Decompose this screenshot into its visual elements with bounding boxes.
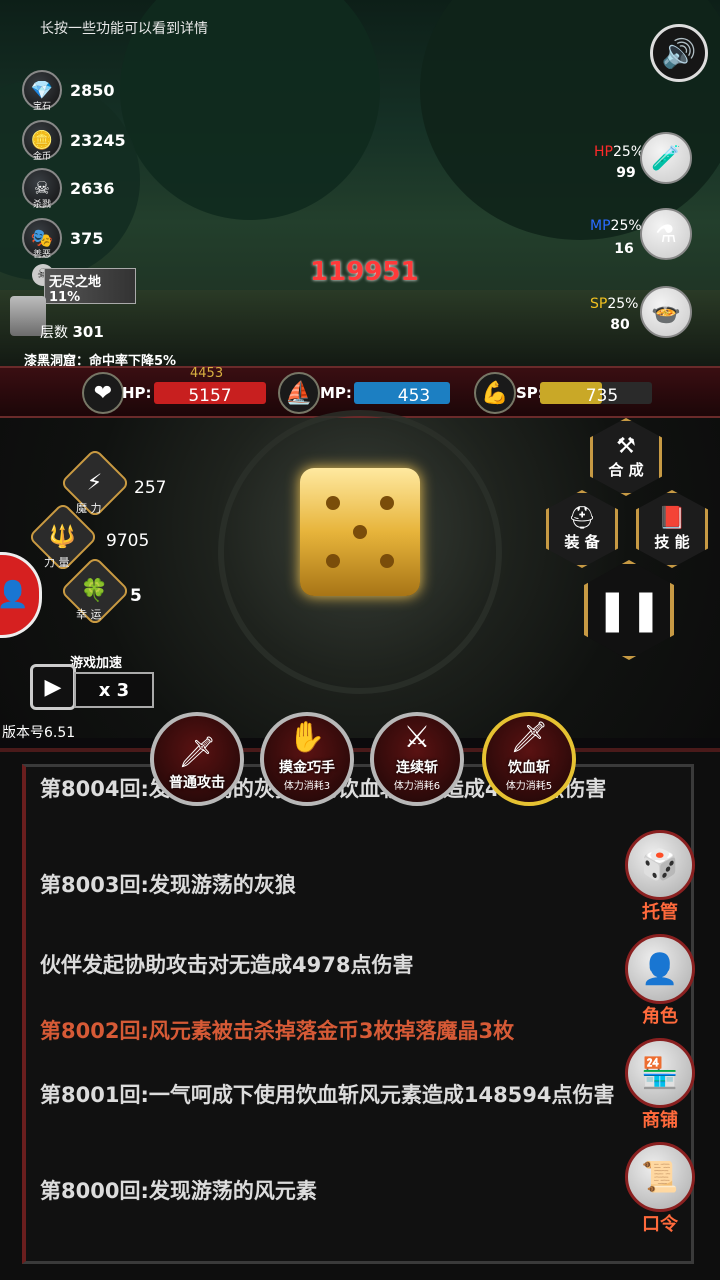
mp-potion-count: 16	[614, 241, 634, 257]
damage-popup: 119951	[310, 257, 419, 287]
shop-button[interactable]: 🏪 商铺	[624, 1038, 696, 1132]
mp-potion-button[interactable]: ⚗	[640, 208, 692, 260]
sword-icon: 🗡	[177, 735, 217, 770]
potion-icon: 🧪	[651, 144, 681, 172]
sound-button[interactable]: 🔊	[650, 24, 708, 82]
skill-blood-slash[interactable]: 🗡 饮血斩 体力消耗5	[482, 712, 576, 806]
speed-label: 游戏加速	[70, 656, 123, 671]
log-line: 第8002回:风元素被击杀掉落金币3枚掉落魔晶3枚	[40, 1019, 515, 1043]
sp-potion-count: 80	[610, 317, 630, 333]
gem-resource[interactable]: 💎 宝石 2850	[22, 70, 115, 112]
speaker-icon: 🔊	[661, 36, 697, 70]
helmet-icon: ⛑	[568, 506, 596, 531]
endless-land-label[interactable]: 无尽之地11%	[44, 268, 136, 305]
scroll-icon: 📜	[625, 1142, 695, 1212]
mp-icon: ⛵	[278, 372, 320, 414]
karma-count: 375	[70, 228, 104, 248]
mask-icon: 🎭 善恶	[22, 218, 62, 260]
character-button[interactable]: 👤 角色	[624, 934, 696, 1028]
play-icon: ▶	[44, 674, 62, 700]
coin-count: 23245	[70, 130, 126, 150]
gem-count: 2850	[70, 80, 115, 100]
heart-icon: ❤	[82, 372, 124, 414]
lightning-icon: ⚡	[87, 470, 103, 496]
skill-combo-slash[interactable]: ⚔ 连续斩 体力消耗6	[370, 712, 464, 806]
hood-icon: 👤	[625, 934, 695, 1004]
karma-resource[interactable]: 🎭 善恶 375	[22, 218, 104, 260]
clover-icon: 🍀	[81, 578, 109, 604]
mp-potion-label: MP25%	[590, 218, 642, 234]
luck-label: 幸 运	[76, 608, 102, 621]
magic-value: 257	[134, 478, 167, 498]
anvil-icon: ⚒	[616, 434, 636, 459]
skill-gold-hand[interactable]: ✋ 摸金巧手 体力消耗3	[260, 712, 354, 806]
food-icon: 🍲	[651, 298, 681, 326]
trident-icon: 🔱	[49, 524, 77, 550]
hp-value: 5157	[188, 386, 232, 406]
strength-icon: 💪	[474, 372, 516, 414]
log-line: 伙伴发起协助攻击对无造成4978点伤害	[40, 953, 414, 977]
hp-potion-button[interactable]: 🧪	[640, 132, 692, 184]
power-value: 9705	[106, 531, 150, 551]
skull-icon: ☠ 杀戮	[22, 168, 62, 210]
speed-multiplier[interactable]: x 3	[74, 672, 154, 708]
power-label: 力 量	[44, 556, 70, 569]
hp-potion-label: HP25%	[594, 144, 645, 160]
kill-resource[interactable]: ☠ 杀戮 2636	[22, 168, 115, 210]
version-text: 版本号6.51	[2, 725, 76, 741]
blood-sword-icon: 🗡	[509, 720, 549, 755]
shop-icon: 🏪	[625, 1038, 695, 1108]
crossed-swords-icon: ⚔	[403, 720, 431, 755]
coin-resource[interactable]: 🪙 金币 23245	[22, 120, 126, 162]
sp-value: 735	[585, 386, 619, 406]
log-line: 第8000回:发现游荡的风元素	[40, 1179, 317, 1203]
sp-potion-button[interactable]: 🍲	[640, 286, 692, 338]
floor-counter: 层数 301	[40, 323, 104, 341]
hp-potion-count: 99	[616, 165, 636, 181]
dice-button[interactable]	[300, 468, 420, 596]
skill-normal-attack[interactable]: 🗡 普通攻击	[150, 712, 244, 806]
auto-play-button[interactable]: 🎲 托管	[624, 830, 696, 924]
speed-play-button[interactable]: ▶	[30, 664, 76, 710]
mp-value: 453	[397, 386, 431, 406]
pause-icon: ❚❚	[595, 587, 663, 633]
hand-icon: ✋	[288, 720, 326, 755]
log-line: 第8003回:发现游荡的灰狼	[40, 873, 296, 897]
sp-potion-label: SP25%	[590, 296, 639, 312]
coin-icon: 🪙 金币	[22, 120, 62, 162]
luck-value: 5	[130, 586, 142, 606]
dice-icon: 🎲	[625, 830, 695, 900]
mp-label: MP:	[320, 384, 352, 402]
potion-icon: ⚗	[655, 220, 677, 248]
game-screen: 长按一些功能可以看到详情 💎 宝石 2850 🪙 金币 23245 ☠ 杀戮 2636…	[0, 0, 720, 1280]
user-icon: 👤	[0, 580, 29, 610]
hp-label: HP:	[122, 384, 152, 402]
book-icon: 📕	[658, 506, 686, 531]
kill-count: 2636	[70, 178, 115, 198]
hint-text: 长按一些功能可以看到详情	[40, 21, 208, 37]
log-line: 第8001回:一气呵成下使用饮血斩风元素造成148594点伤害	[40, 1083, 615, 1107]
code-button[interactable]: 📜 口令	[624, 1142, 696, 1236]
gem-icon: 💎 宝石	[22, 70, 62, 112]
hp-sub-value: 4453	[190, 366, 224, 381]
